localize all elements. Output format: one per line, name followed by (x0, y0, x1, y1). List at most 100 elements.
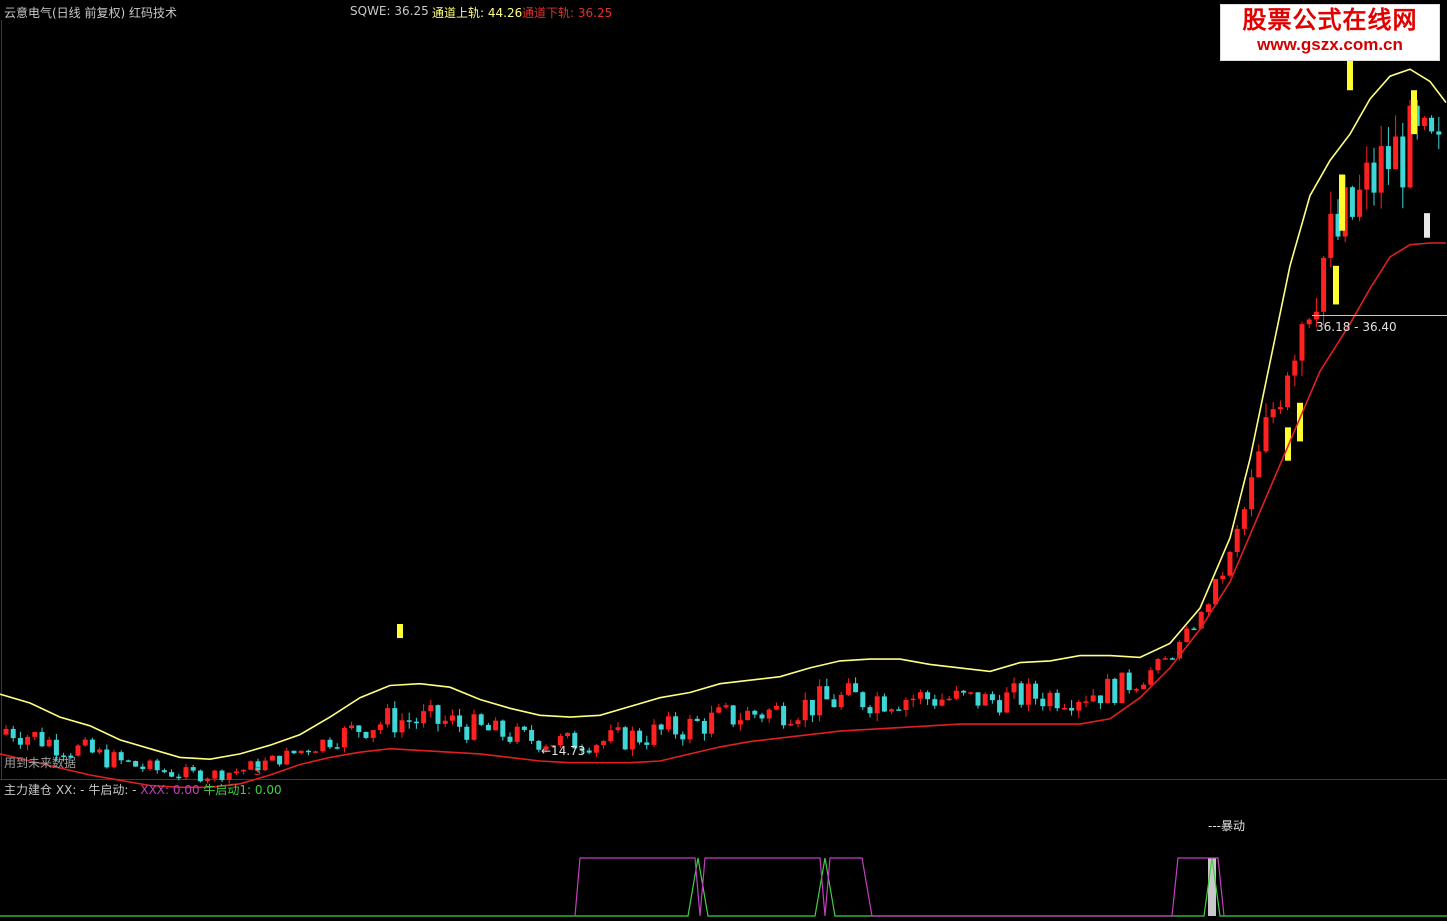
candle-body (413, 721, 419, 724)
candle-body (320, 739, 326, 752)
candle-body (154, 760, 160, 771)
candle-body (889, 709, 895, 712)
candle-body (1256, 451, 1262, 478)
candle-body (802, 699, 808, 721)
candle-body (593, 745, 599, 753)
candle-body (1227, 552, 1233, 576)
candle-body (1285, 375, 1291, 408)
candle-body (104, 749, 110, 768)
candle-body (1105, 678, 1111, 704)
candle-body (262, 760, 268, 771)
candle-body (1004, 692, 1010, 713)
candle-body (1018, 683, 1024, 705)
candle-body (622, 727, 628, 750)
candle-body (1436, 131, 1442, 135)
candle-body (89, 739, 95, 753)
candle-body (737, 720, 743, 725)
candle-body (730, 705, 736, 725)
xx-readout: XX: - (55, 783, 85, 797)
candle-body (1148, 670, 1154, 685)
candle-body (507, 736, 513, 742)
candle-body (1047, 692, 1053, 707)
candle-body (169, 772, 175, 777)
candle-body (809, 699, 815, 716)
lower-band-label: 通道下轨: (522, 6, 578, 20)
candle-body (133, 761, 139, 767)
candle-body (435, 705, 441, 724)
candle-body (1191, 628, 1197, 631)
candle-body (1306, 319, 1312, 325)
candle-body (687, 718, 693, 740)
candle-body (125, 760, 131, 762)
candle-body (277, 755, 283, 765)
candle-body (665, 716, 671, 730)
xxx-readout: XXX: 0.00 (140, 783, 200, 797)
candle-body (500, 720, 506, 737)
candle-body (651, 724, 657, 745)
sqwe-value: 36.25 (394, 4, 429, 18)
candle-body (428, 705, 434, 712)
chart-title: 云意电气(日线 前复权) 红码技术 (4, 6, 177, 20)
candle-body (658, 724, 664, 730)
candle-body (1270, 409, 1276, 418)
candle-body (1155, 658, 1161, 671)
candle-body (1299, 324, 1305, 361)
candle-body (449, 715, 455, 721)
candle-body (111, 752, 117, 768)
sub-indicator (0, 857, 1447, 917)
candle-body (1169, 658, 1175, 660)
niu-line (0, 857, 1447, 917)
candle-body (853, 683, 859, 693)
candle-body (1090, 695, 1096, 702)
candle-body (10, 728, 16, 739)
candle-body (701, 720, 707, 734)
candle-body (147, 760, 153, 769)
candle-body (190, 767, 196, 771)
candle-body (1371, 162, 1377, 193)
niu1-readout: 牛启动1: 0.00 (203, 783, 282, 797)
candle-body (399, 720, 405, 733)
candle-body (1054, 692, 1060, 709)
candle-body (197, 770, 203, 782)
candle-body (997, 700, 1003, 713)
candle-body (493, 720, 499, 731)
candle-body (341, 728, 347, 748)
candle-body (939, 699, 945, 706)
highlight-candle (1333, 265, 1339, 305)
candle-body (140, 766, 146, 769)
upper-band-value: 44.26 (487, 6, 523, 20)
candle-body (565, 732, 571, 737)
candle-body (759, 714, 765, 719)
candle-body (615, 727, 621, 731)
candle-body (1393, 136, 1399, 170)
sqwe-label: SQWE: (350, 4, 395, 18)
candle-body (982, 694, 988, 706)
candle-body (1241, 509, 1247, 529)
upper-band-line (0, 68, 1447, 761)
candle-body (421, 711, 427, 724)
candle-body (1097, 695, 1103, 704)
candle-body (867, 707, 873, 714)
candle-body (1357, 189, 1363, 217)
candle-body (1385, 146, 1391, 170)
candle-body (39, 732, 45, 747)
candle-body (442, 720, 448, 724)
candle-body (241, 769, 247, 772)
candle-body (334, 747, 340, 749)
candle-body (831, 699, 837, 708)
candle-body (1069, 707, 1075, 711)
candle-body (874, 696, 880, 714)
candle-body (1378, 146, 1384, 193)
candle-body (176, 776, 182, 779)
candle-body (781, 705, 787, 726)
watermark-line1: 股票公式在线网 (1242, 6, 1418, 34)
highlight-candle (1411, 90, 1417, 135)
candle-body (291, 750, 297, 754)
candle-body (795, 720, 801, 725)
future-data-note: 用到未来数据 (4, 756, 77, 770)
candle-body (1205, 604, 1211, 613)
band-lines (0, 68, 1447, 789)
sub-panel-name: 主力建仓 (4, 783, 53, 797)
candle-body (1263, 417, 1269, 452)
candle-body (75, 745, 81, 756)
